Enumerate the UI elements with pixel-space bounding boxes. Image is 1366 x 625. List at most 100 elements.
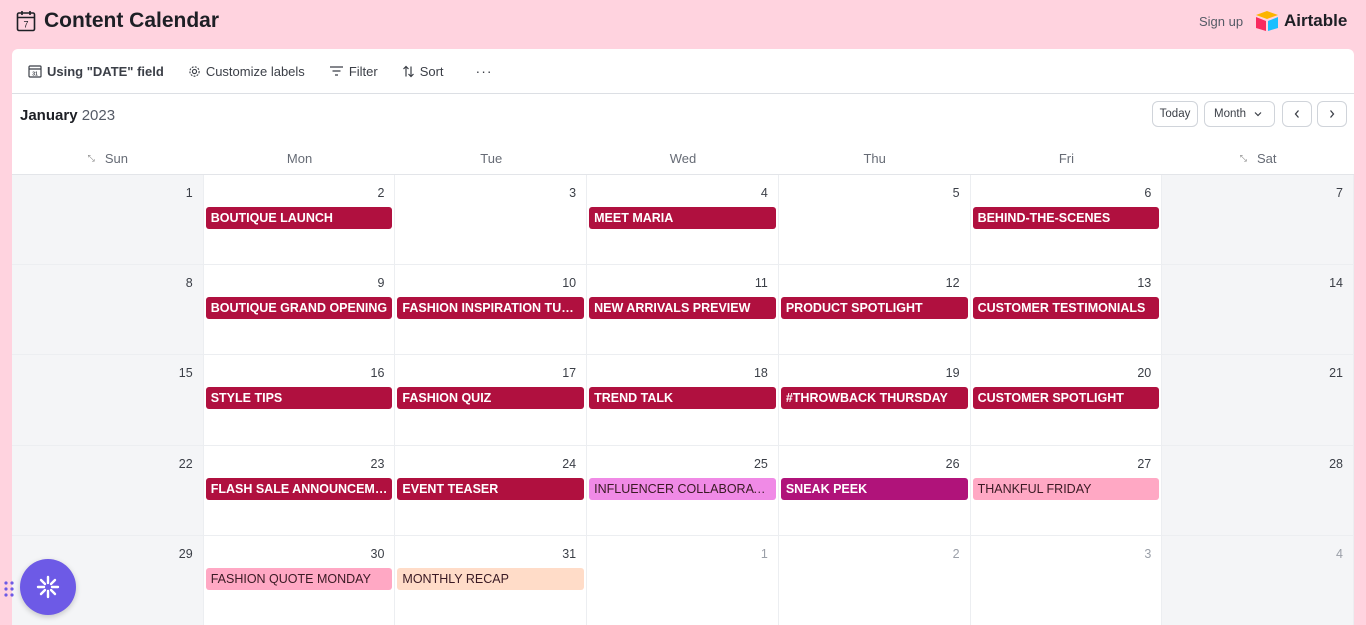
- day-number: 19: [945, 366, 960, 381]
- event-card[interactable]: INFLUENCER COLLABORATION: [589, 477, 776, 500]
- day-cell[interactable]: 17 FASHION QUIZ: [395, 355, 588, 446]
- weekday-label: Tue: [480, 150, 503, 166]
- date-field-button[interactable]: 31 Using "DATE" field: [28, 64, 164, 79]
- customize-labels-button[interactable]: Customize labels: [188, 64, 305, 79]
- weekday-header: ⤡ Sun: [12, 142, 204, 174]
- weekday-label: Sat: [1256, 150, 1277, 166]
- event-card[interactable]: BOUTIQUE GRAND OPENING: [205, 297, 393, 320]
- event-card[interactable]: BOUTIQUE LAUNCH: [205, 207, 393, 229]
- event-card[interactable]: BEHIND-THE-SCENES: [972, 207, 1160, 229]
- day-number: 24: [562, 456, 577, 471]
- collapse-weekend-icon[interactable]: ⤡: [88, 153, 95, 164]
- view-select[interactable]: Month: [1204, 101, 1275, 127]
- event-card[interactable]: MEET MARIA: [589, 207, 776, 229]
- today-button[interactable]: Today: [1152, 101, 1198, 127]
- event-card[interactable]: CUSTOMER TESTIMONIALS: [972, 297, 1160, 320]
- next-month-button[interactable]: [1317, 101, 1347, 127]
- day-cell[interactable]: 1: [12, 175, 204, 266]
- weekday-label: Fri: [1058, 150, 1074, 166]
- day-cell[interactable]: 20 CUSTOMER SPOTLIGHT: [970, 355, 1163, 446]
- day-number: 28: [1329, 456, 1343, 471]
- day-number: 20: [1137, 366, 1152, 381]
- day-cell[interactable]: 5: [778, 175, 971, 266]
- event-card[interactable]: FASHION QUIZ: [397, 387, 585, 410]
- day-number: 18: [753, 366, 768, 381]
- day-cell[interactable]: 25 INFLUENCER COLLABORATION: [587, 445, 779, 536]
- weekday-header: Wed: [587, 142, 779, 174]
- day-cell[interactable]: 4 MEET MARIA: [587, 175, 779, 266]
- day-cell[interactable]: 3: [395, 175, 588, 266]
- day-number: 23: [370, 456, 385, 471]
- airtable-logo-icon: [1256, 11, 1278, 31]
- event-card[interactable]: SNEAK PEEK: [780, 477, 968, 500]
- day-cell[interactable]: 14: [1162, 265, 1354, 356]
- more-options-icon[interactable]: ···: [476, 63, 493, 79]
- event-card[interactable]: PRODUCT SPOTLIGHT: [780, 297, 968, 320]
- day-cell[interactable]: 4: [1162, 535, 1354, 625]
- day-number: 25: [753, 456, 768, 471]
- day-cell[interactable]: 7: [1162, 175, 1354, 266]
- filter-button[interactable]: Filter: [329, 64, 378, 79]
- day-cell[interactable]: 21: [1162, 355, 1354, 446]
- day-cell[interactable]: 2 BOUTIQUE LAUNCH: [203, 175, 396, 266]
- event-card[interactable]: FASHION QUOTE MONDAY: [205, 567, 393, 590]
- day-cell[interactable]: 30 FASHION QUOTE MONDAY: [203, 535, 396, 625]
- event-card[interactable]: NEW ARRIVALS PREVIEW: [589, 297, 776, 320]
- day-number: 2: [952, 546, 960, 561]
- page-title: Content Calendar: [44, 9, 220, 32]
- day-cell[interactable]: 19 #THROWBACK THURSDAY: [778, 355, 971, 446]
- day-cell[interactable]: 3: [970, 535, 1163, 625]
- event-card[interactable]: THANKFUL FRIDAY: [972, 477, 1160, 500]
- weekday-header: ⤡ Sat: [1162, 142, 1354, 174]
- day-cell[interactable]: 16 STYLE TIPS: [203, 355, 396, 446]
- day-cell[interactable]: 1: [587, 535, 779, 625]
- customize-labels-label: Customize labels: [205, 63, 305, 79]
- collapse-weekend-icon[interactable]: ⤡: [1240, 153, 1247, 164]
- assistant-button[interactable]: [20, 559, 76, 615]
- previous-month-button[interactable]: [1282, 101, 1312, 127]
- day-cell[interactable]: 15: [12, 355, 204, 446]
- day-cell[interactable]: 22: [12, 445, 204, 536]
- day-cell[interactable]: 9 BOUTIQUE GRAND OPENING: [203, 265, 396, 356]
- weekday-label: Thu: [863, 150, 886, 166]
- weekday-header-row: ⤡ Sun Mon Tue Wed Thu Fri ⤡ Sat: [12, 142, 1354, 174]
- event-card[interactable]: STYLE TIPS: [205, 387, 393, 410]
- day-number: 16: [370, 366, 385, 381]
- day-cell[interactable]: 11 NEW ARRIVALS PREVIEW: [587, 265, 779, 356]
- drag-handle-icon[interactable]: [3, 580, 15, 598]
- sign-up-link[interactable]: Sign up: [1199, 14, 1243, 29]
- day-cell[interactable]: 24 EVENT TEASER: [395, 445, 588, 536]
- day-number: 1: [185, 186, 193, 200]
- day-number: 12: [945, 276, 960, 291]
- top-bar: 7 Content Calendar Sign up Airtable: [0, 0, 1366, 44]
- day-number: 5: [952, 186, 960, 200]
- day-cell[interactable]: 6 BEHIND-THE-SCENES: [970, 175, 1163, 266]
- day-cell[interactable]: 10 FASHION INSPIRATION TUESDAY: [395, 265, 588, 356]
- event-card[interactable]: #THROWBACK THURSDAY: [780, 387, 968, 410]
- airtable-brand[interactable]: Airtable: [1254, 10, 1347, 32]
- day-cell[interactable]: 13 CUSTOMER TESTIMONIALS: [970, 265, 1163, 356]
- date-field-label: Using "DATE" field: [47, 63, 164, 79]
- day-cell[interactable]: 8: [12, 265, 204, 356]
- event-card[interactable]: FLASH SALE ANNOUNCEMENT: [205, 477, 393, 500]
- event-card[interactable]: CUSTOMER SPOTLIGHT: [972, 387, 1160, 410]
- event-card[interactable]: TREND TALK: [589, 387, 776, 410]
- weekday-header: Tue: [395, 142, 587, 174]
- day-cell[interactable]: 26 SNEAK PEEK: [778, 445, 971, 536]
- day-cell[interactable]: 31 MONTHLY RECAP: [395, 535, 588, 625]
- day-cell[interactable]: 12 PRODUCT SPOTLIGHT: [778, 265, 971, 356]
- event-card[interactable]: FASHION INSPIRATION TUESDAY: [397, 297, 585, 320]
- event-card[interactable]: MONTHLY RECAP: [397, 567, 585, 590]
- day-number: 15: [178, 366, 193, 381]
- event-card[interactable]: EVENT TEASER: [397, 477, 585, 500]
- day-cell[interactable]: 27 THANKFUL FRIDAY: [970, 445, 1163, 536]
- svg-text:31: 31: [32, 72, 38, 78]
- day-cell[interactable]: 2: [778, 535, 971, 625]
- gear-icon: [189, 65, 200, 77]
- month-name: January: [20, 107, 78, 124]
- day-cell[interactable]: 18 TREND TALK: [587, 355, 779, 446]
- sort-button[interactable]: Sort: [402, 64, 444, 79]
- day-cell[interactable]: 23 FLASH SALE ANNOUNCEMENT: [203, 445, 396, 536]
- day-number: 22: [178, 456, 193, 471]
- day-cell[interactable]: 28: [1162, 445, 1354, 536]
